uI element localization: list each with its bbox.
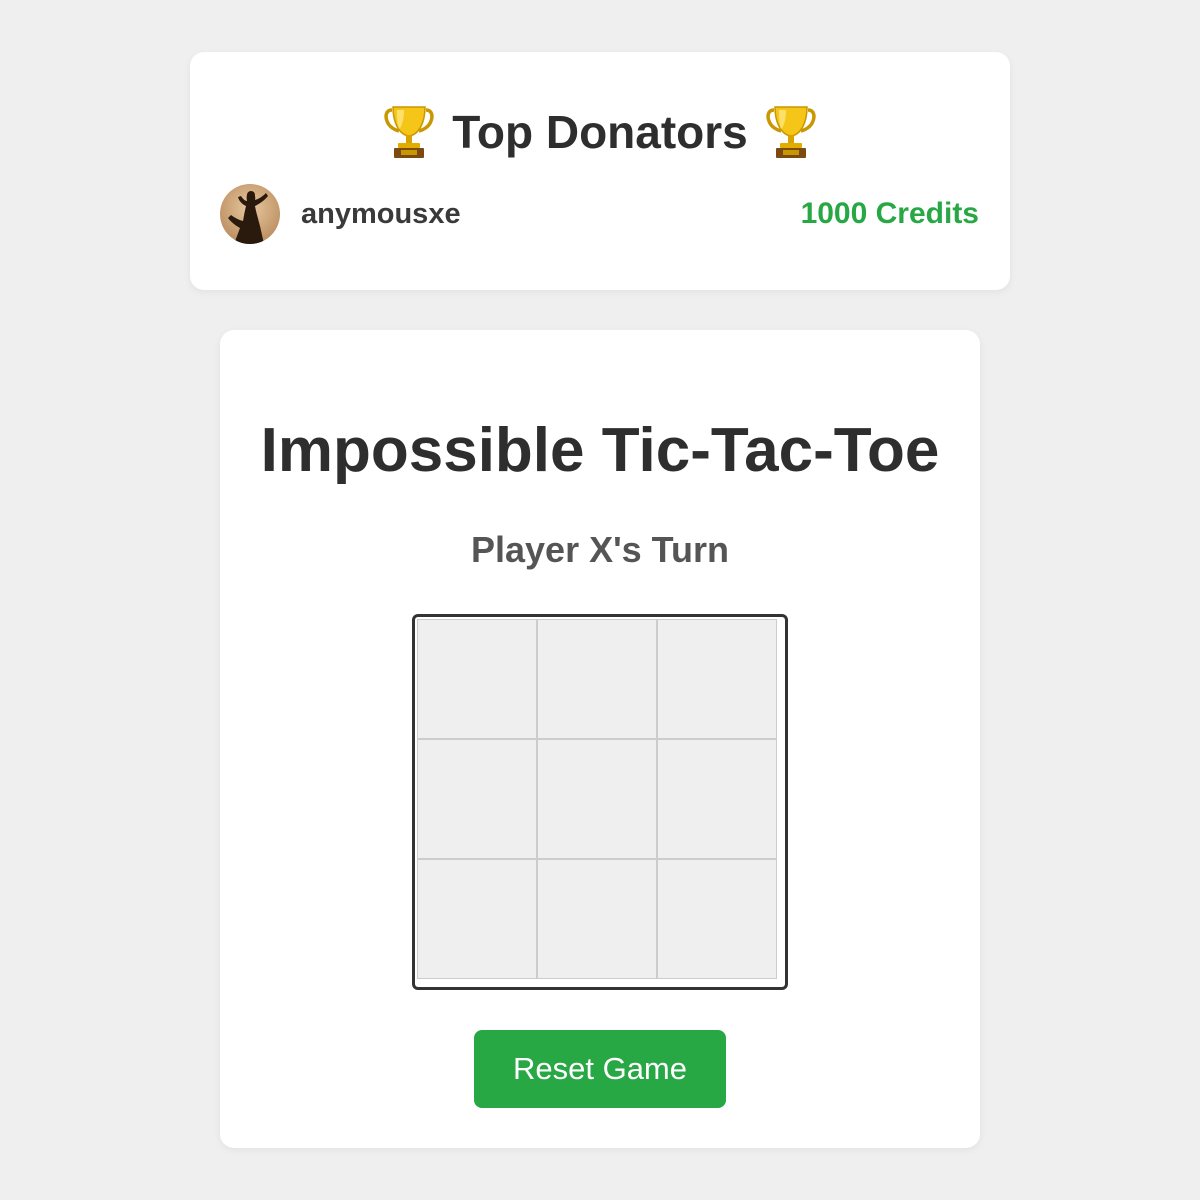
top-donators-title: Top Donators [452, 106, 748, 158]
board-cell-2[interactable] [537, 619, 657, 739]
trophy-icon [766, 104, 816, 160]
board-cell-5[interactable] [537, 739, 657, 859]
board-cell-3[interactable] [657, 619, 777, 739]
game-title: Impossible Tic-Tac-Toe [260, 416, 940, 485]
board-cell-4[interactable] [417, 739, 537, 859]
board-cell-8[interactable] [537, 859, 657, 979]
game-card: Impossible Tic-Tac-Toe Player X's Turn R… [220, 330, 980, 1148]
game-board [412, 614, 788, 990]
board-cell-7[interactable] [417, 859, 537, 979]
trophy-icon [384, 104, 434, 160]
top-donators-card: Top Donators anymousxe 1000 Credits [190, 52, 1010, 290]
turn-status: Player X's Turn [471, 529, 729, 570]
donator-credits: 1000 Credits [800, 197, 979, 230]
donator-name: anymousxe [301, 197, 461, 230]
board-grid [417, 619, 777, 979]
board-cell-1[interactable] [417, 619, 537, 739]
reset-game-button[interactable]: Reset Game [474, 1030, 726, 1108]
donator-row: anymousxe 1000 Credits [220, 184, 979, 244]
top-donators-heading: Top Donators [190, 102, 1010, 162]
user-avatar [220, 184, 280, 244]
board-cell-6[interactable] [657, 739, 777, 859]
board-cell-9[interactable] [657, 859, 777, 979]
